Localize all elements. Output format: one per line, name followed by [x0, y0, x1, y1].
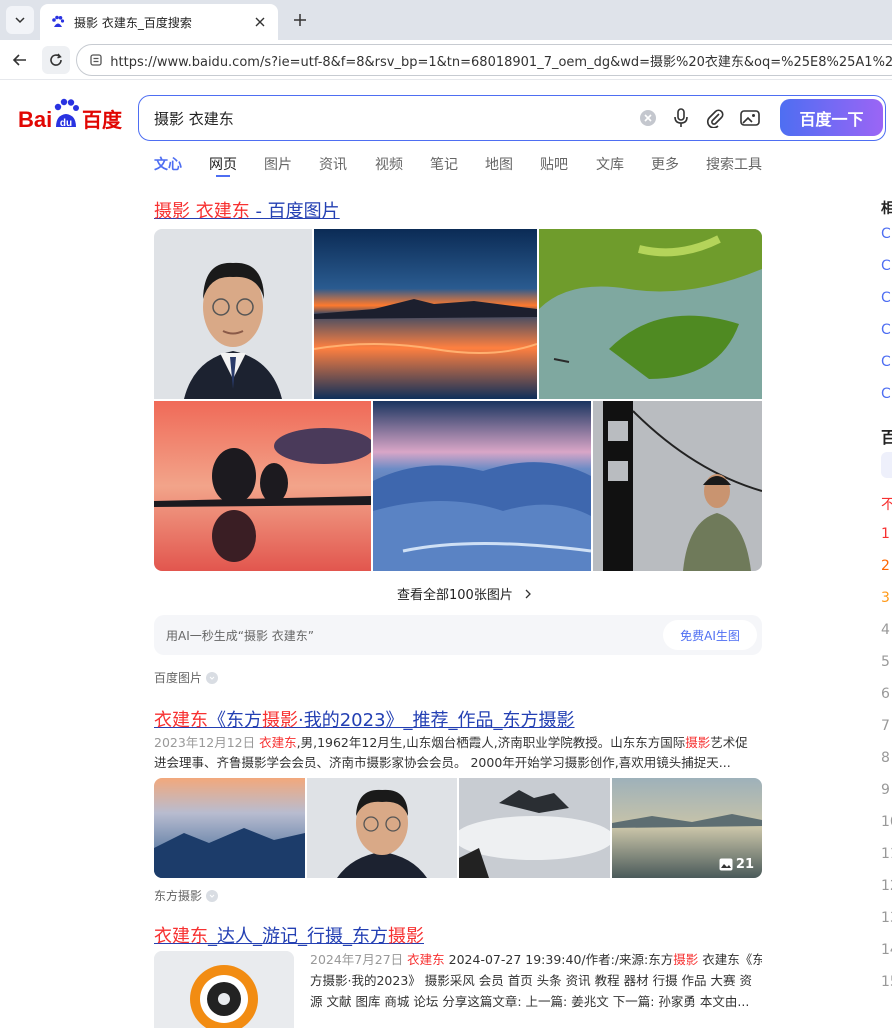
close-tab-icon[interactable] [252, 14, 268, 30]
hot-rank: 6 [881, 686, 890, 702]
tab-more[interactable]: 更多 [651, 154, 679, 174]
ai-generate-box: 用AI一秒生成“摄影 衣建东” 免费AI生图 [154, 615, 762, 655]
result-snippet: 2023年12月12日 衣建东,男,1962年12月生,山东烟台栖霞人,济南职业… [154, 735, 748, 770]
image-thumbnail-portrait-small[interactable] [307, 778, 457, 878]
source-info-icon[interactable] [206, 889, 219, 902]
attachment-icon[interactable] [704, 107, 726, 129]
baidu-paw-icon [52, 15, 65, 27]
result-source: 东方摄影 [154, 887, 219, 904]
svg-text:百度: 百度 [82, 108, 122, 132]
tab-tieba[interactable]: 贴吧 [540, 154, 568, 174]
hot-rank: 13 [881, 910, 892, 926]
search-button[interactable]: 百度一下 [780, 99, 883, 136]
dongfang-logo-thumbnail[interactable] [154, 951, 294, 1028]
image-thumbnail-calm-lake[interactable]: 21 [612, 778, 762, 878]
view-all-images-link[interactable]: 查看全部100张图片 [397, 584, 533, 603]
browser-toolbar: https://www.baidu.com/s?ie=utf-8&f=8&rsv… [0, 40, 892, 80]
svg-text:Bai: Bai [18, 107, 52, 132]
tab-webpage[interactable]: 网页 [209, 154, 237, 177]
result-title-images[interactable]: 摄影 衣建东 - 百度图片 [154, 197, 340, 223]
site-info-icon[interactable] [85, 49, 106, 71]
image-thumbnail-mountain-dawn[interactable] [154, 778, 305, 878]
hot-rank: 9 [881, 782, 890, 798]
clear-icon[interactable] [637, 107, 659, 129]
related-item-marker[interactable]: C [881, 322, 891, 338]
image-thumbnail-green-islands[interactable] [539, 229, 762, 399]
source-info-icon[interactable] [206, 671, 219, 684]
tab-list-button[interactable] [6, 6, 34, 34]
hot-item-top[interactable]: 不 [881, 494, 892, 514]
tab-maps[interactable]: 地图 [485, 154, 513, 174]
address-bar[interactable]: https://www.baidu.com/s?ie=utf-8&f=8&rsv… [76, 44, 892, 76]
hot-rank: 14 [881, 942, 892, 958]
image-thumbnail-portrait[interactable] [154, 229, 312, 399]
svg-text:du: du [60, 118, 72, 129]
image-count-badge: 21 [719, 857, 754, 872]
image-thumbnail-bridge-portrait[interactable] [593, 401, 762, 571]
image-thumbnail-snow-hills[interactable] [373, 401, 591, 571]
hot-rank: 8 [881, 750, 890, 766]
tab-notes[interactable]: 笔记 [430, 154, 458, 174]
related-heading: 相 [881, 201, 892, 217]
tab-news[interactable]: 资讯 [319, 154, 347, 174]
result-source: 百度图片 [154, 669, 219, 686]
tab-search-tools[interactable]: 搜索工具 [706, 154, 762, 174]
image-thumbnail-lake-sunset[interactable] [314, 229, 537, 399]
search-box[interactable]: 摄影 衣建东 百度一下 [138, 95, 886, 141]
tab-title: 摄影 衣建东_百度搜索 [74, 15, 192, 30]
result-snippet: 2024年7月27日 衣建东 2024-07-27 19:39:40/作者:/来… [310, 952, 762, 1009]
back-arrow-icon[interactable] [6, 46, 34, 74]
baidu-paw-icon: du [54, 98, 79, 129]
result-title-dongfang[interactable]: 衣建东《东方摄影·我的2023》_推荐_作品_东方摄影 [154, 706, 575, 732]
hot-rank: 11 [881, 846, 892, 862]
related-item-marker[interactable]: C [881, 290, 891, 306]
related-item-marker[interactable]: C [881, 354, 891, 370]
hot-rank: 3 [881, 590, 890, 606]
hot-rank: 4 [881, 622, 890, 638]
browser-tabstrip: 摄影 衣建东_百度搜索 [0, 0, 892, 40]
ai-prompt-text: 用AI一秒生成“摄影 衣建东” [166, 629, 314, 643]
search-input[interactable]: 摄影 衣建东 [154, 108, 234, 129]
image-thumbnail-cloud-sea[interactable] [459, 778, 610, 878]
related-item-marker[interactable]: C [881, 386, 891, 402]
free-ai-image-button[interactable]: 免费AI生图 [663, 620, 757, 650]
baidu-logo[interactable]: Bai du 百度 [18, 97, 122, 133]
tab-images[interactable]: 图片 [264, 154, 292, 174]
gallery-icon [719, 858, 733, 871]
hot-rank: 5 [881, 654, 890, 670]
hot-list-heading: 百 [881, 428, 892, 447]
browser-tab-active[interactable]: 摄影 衣建东_百度搜索 [40, 4, 278, 40]
chevron-right-icon [525, 589, 531, 599]
related-item-marker[interactable]: C [881, 258, 891, 274]
image-thumbnail-red-sky-lake[interactable] [154, 401, 371, 571]
hot-rank: 10 [881, 814, 892, 830]
tab-videos[interactable]: 视频 [375, 154, 403, 174]
image-search-icon[interactable] [739, 107, 761, 129]
microphone-icon[interactable] [670, 107, 692, 129]
hot-rank: 12 [881, 878, 892, 894]
hot-rank: 7 [881, 718, 890, 734]
hot-rank: 1 [881, 526, 890, 542]
tab-wenxin[interactable]: 文心 [154, 154, 182, 174]
chevron-down-icon [15, 17, 25, 24]
result-title-daren[interactable]: 衣建东_达人_游记_行摄_东方摄影 [154, 922, 424, 948]
related-item-marker[interactable]: C [881, 226, 891, 242]
hot-rank: 15 [881, 974, 892, 990]
new-tab-icon[interactable] [288, 8, 312, 32]
hot-rank: 2 [881, 558, 890, 574]
hot-tab[interactable] [881, 452, 892, 478]
reload-icon[interactable] [42, 46, 70, 74]
url-text: https://www.baidu.com/s?ie=utf-8&f=8&rsv… [110, 54, 892, 70]
tab-wenku[interactable]: 文库 [596, 154, 624, 174]
